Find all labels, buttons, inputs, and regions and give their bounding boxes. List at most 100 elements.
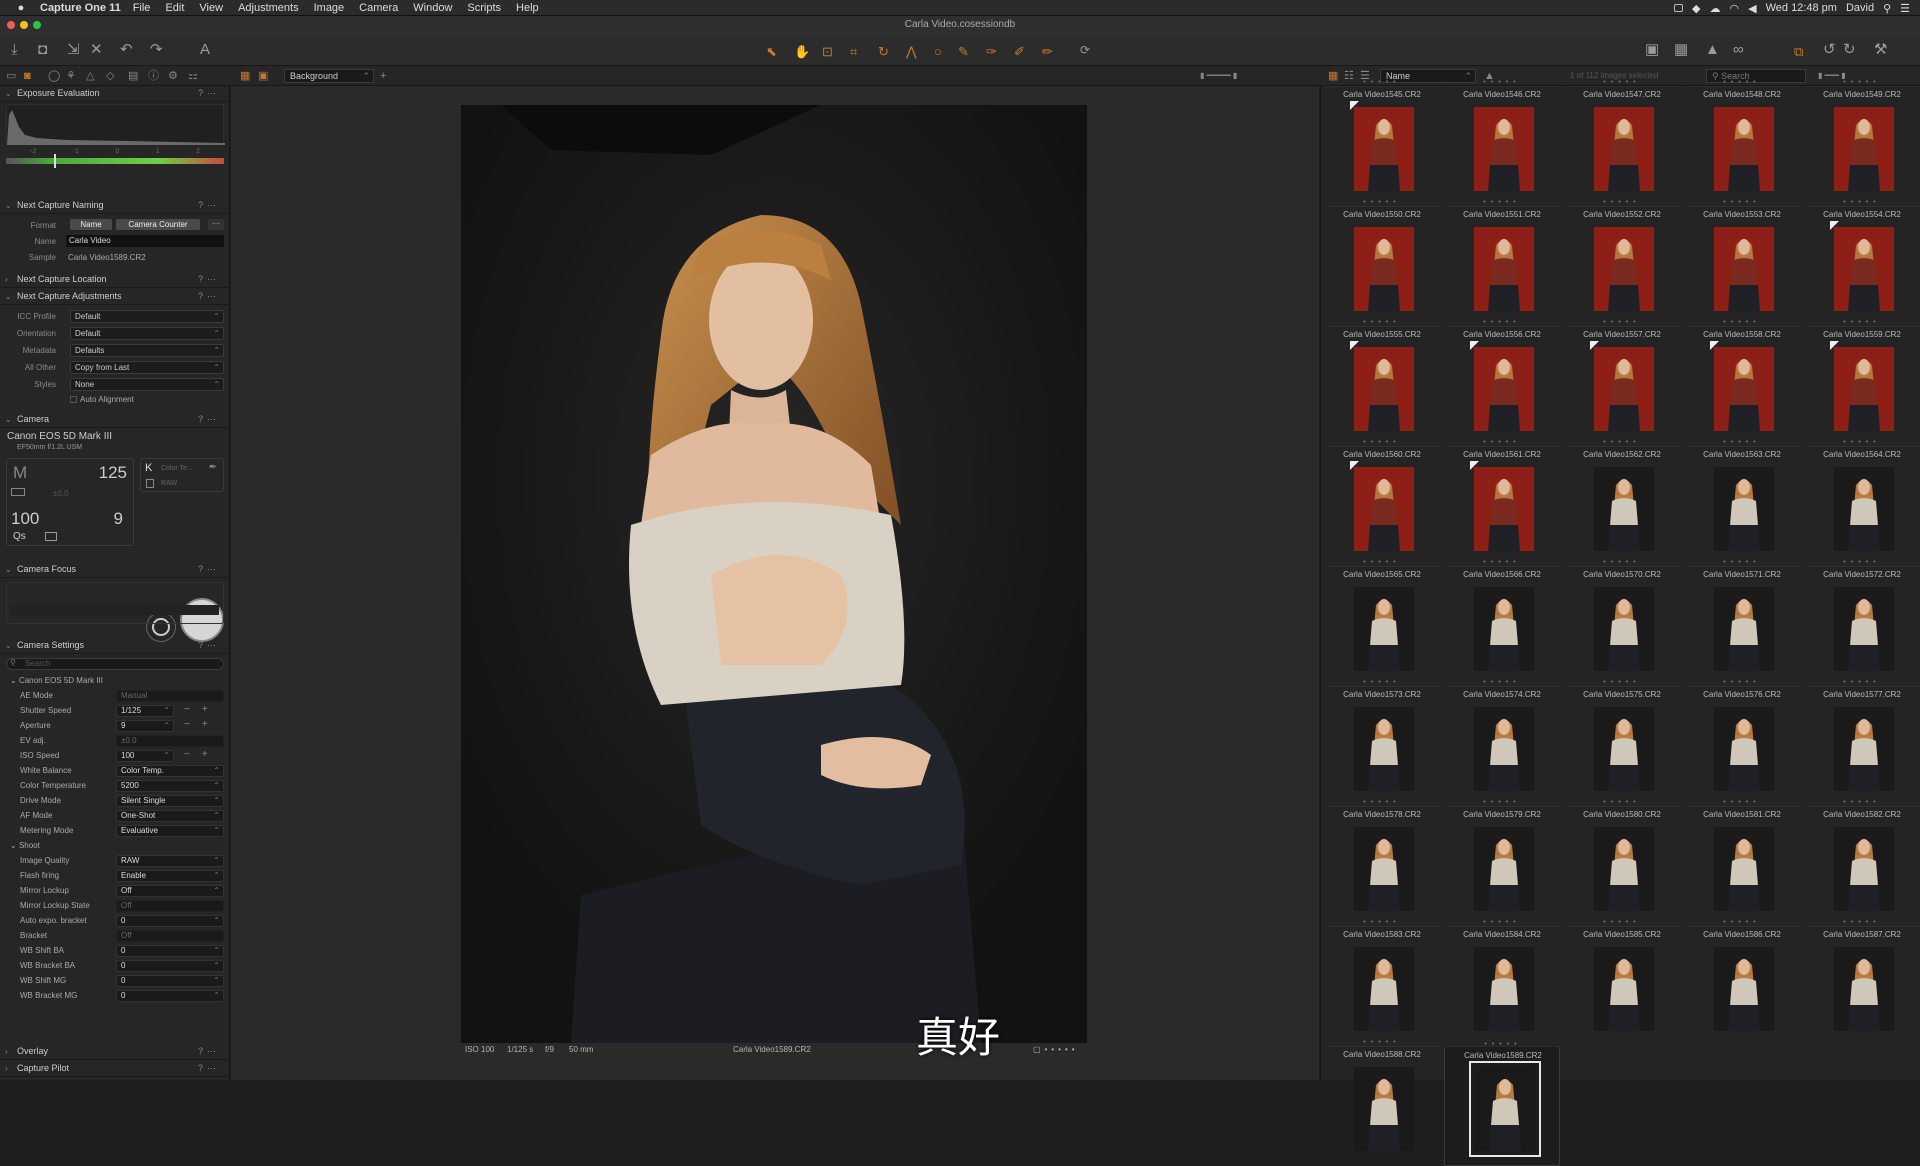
name-field[interactable]: Carla Video xyxy=(66,235,224,247)
thumbnail-cell[interactable]: ••••• Carla Video1545.CR2 xyxy=(1324,79,1440,206)
thumbnail-image[interactable] xyxy=(1594,467,1654,551)
wb-shift-mg-select[interactable]: 0 ⌃ xyxy=(116,975,224,987)
rating-dots[interactable]: ••••• xyxy=(1324,79,1440,86)
thumbnail-cell[interactable]: ••••• Carla Video1585.CR2 xyxy=(1564,919,1680,1046)
thumbnail-image[interactable] xyxy=(1714,587,1774,671)
thumbnail-cell[interactable]: ••••• Carla Video1586.CR2 xyxy=(1684,919,1800,1046)
warning-icon[interactable]: ▲ xyxy=(1705,42,1720,58)
rating-dots[interactable]: ••••• xyxy=(1684,199,1800,206)
refresh-icon[interactable]: ↻ xyxy=(1843,42,1856,58)
wb-shift-ba-select[interactable]: 0 ⌃ xyxy=(116,945,224,957)
thumbnail-cell[interactable]: ••••• Carla Video1575.CR2 xyxy=(1564,679,1680,806)
rating-dots[interactable]: ••••• xyxy=(1684,919,1800,926)
thumbnail-cell[interactable]: ••••• Carla Video1576.CR2 xyxy=(1684,679,1800,806)
thumbnail-image[interactable] xyxy=(1594,587,1654,671)
add-icon[interactable]: + xyxy=(380,70,386,82)
rating-dots[interactable]: ••••• xyxy=(1564,439,1680,446)
grid-view-icon[interactable]: ▦ xyxy=(240,70,250,82)
status-icon[interactable] xyxy=(1674,4,1684,12)
lens-tab-icon[interactable]: ◯ xyxy=(48,70,60,82)
app-menu[interactable]: Capture One 11 xyxy=(40,2,121,14)
camera-header[interactable]: ⌄ Camera ?⋯ xyxy=(0,412,230,428)
camera-focus-header[interactable]: ⌄ Camera Focus ?⋯ xyxy=(0,562,230,578)
color-temperature-select[interactable]: 5200 ⌃ xyxy=(116,780,224,792)
thumbnail-image[interactable] xyxy=(1834,947,1894,1031)
thumbnail-cell[interactable]: ••••• Carla Video1552.CR2 xyxy=(1564,199,1680,326)
select-cursor-icon[interactable]: ⬉ xyxy=(766,44,777,60)
thumbnail-cell[interactable]: ••••• Carla Video1562.CR2 xyxy=(1564,439,1680,566)
rating-dots[interactable]: ••••• xyxy=(1564,919,1680,926)
spot-icon[interactable]: ○ xyxy=(934,44,942,59)
user-name[interactable]: David xyxy=(1846,2,1874,14)
icc-profile-select[interactable]: Default ⌃ xyxy=(70,310,224,323)
thumbnail-cell[interactable]: ••••• Carla Video1572.CR2 xyxy=(1804,559,1920,686)
thumbnail-cell[interactable]: ••••• Carla Video1565.CR2 xyxy=(1324,559,1440,686)
thumbnail-cell[interactable]: ••••• Carla Video1564.CR2 xyxy=(1804,439,1920,566)
browser-size-icon[interactable]: ▮ ━━━━━ ▮ xyxy=(1200,70,1237,82)
thumbnail-image[interactable] xyxy=(1834,107,1894,191)
search-icon[interactable]: ⚲ xyxy=(1883,2,1891,15)
capture-location-header[interactable]: › Next Capture Location ?⋯ xyxy=(0,272,230,288)
thumbnail-image[interactable] xyxy=(1474,467,1534,551)
thumbnail-cell[interactable]: ••••• Carla Video1587.CR2 xyxy=(1804,919,1920,1046)
rating-dots[interactable]: ▢••••• xyxy=(1033,1045,1079,1054)
thumbnail-cell[interactable]: ••••• Carla Video1577.CR2 xyxy=(1804,679,1920,806)
camera-settings-header[interactable]: ⌄ Camera Settings ?⋯ xyxy=(0,638,230,654)
thumbnail-cell[interactable]: ••••• Carla Video1549.CR2 xyxy=(1804,79,1920,206)
delete-icon[interactable]: ✕ xyxy=(90,42,103,58)
thumbnail-image[interactable] xyxy=(1834,707,1894,791)
single-view-icon[interactable]: ▣ xyxy=(258,70,268,82)
thumbnail-image[interactable] xyxy=(1714,227,1774,311)
rating-dots[interactable]: ••••• xyxy=(1684,319,1800,326)
thumbnail-image[interactable] xyxy=(1354,347,1414,431)
rating-dots[interactable]: ••••• xyxy=(1324,919,1440,926)
iso-speed-select[interactable]: 100 ⌃ xyxy=(116,750,174,762)
rating-dots[interactable]: ••••• xyxy=(1804,799,1920,806)
thumbnail-cell[interactable]: ••••• Carla Video1550.CR2 xyxy=(1324,199,1440,326)
reset-icon[interactable]: ↺ xyxy=(1823,42,1836,58)
token-camera-counter[interactable]: Camera Counter xyxy=(116,219,200,230)
thumbnail-image[interactable] xyxy=(1594,707,1654,791)
thumbnail-image[interactable] xyxy=(1354,587,1414,671)
import-icon[interactable]: ⤓ xyxy=(11,42,18,58)
thumbnail-image[interactable] xyxy=(1354,947,1414,1031)
undo-icon[interactable]: ↶ xyxy=(120,42,133,58)
thumbnail-cell[interactable]: ••••• Carla Video1566.CR2 xyxy=(1444,559,1560,686)
rating-dots[interactable]: ••••• xyxy=(1804,679,1920,686)
thumbnail-image[interactable] xyxy=(1714,827,1774,911)
wifi-icon[interactable]: ◠ xyxy=(1730,2,1740,15)
thumbnail-cell[interactable]: ••••• Carla Video1570.CR2 xyxy=(1564,559,1680,686)
metadata-select[interactable]: Defaults ⌃ xyxy=(70,344,224,357)
thumbnail-image[interactable] xyxy=(1354,107,1414,191)
rating-dots[interactable]: ••••• xyxy=(1324,439,1440,446)
thumbnail-cell[interactable]: ••••• Carla Video1582.CR2 xyxy=(1804,799,1920,926)
pan-icon[interactable]: ✋ xyxy=(794,44,810,60)
copy-adjustments-icon[interactable]: ⧉ xyxy=(1794,44,1803,60)
redo-icon[interactable]: ↷ xyxy=(150,42,163,58)
rating-dots[interactable]: ••••• xyxy=(1804,319,1920,326)
menu-scripts[interactable]: Scripts xyxy=(467,2,501,14)
aperture-readout[interactable]: 9 xyxy=(114,509,123,529)
thumbnail-image[interactable] xyxy=(1354,707,1414,791)
menu-adjustments[interactable]: Adjustments xyxy=(238,2,299,14)
rating-dots[interactable]: ••••• xyxy=(1444,799,1560,806)
thumbnail-image[interactable] xyxy=(1834,587,1894,671)
thumbnail-cell[interactable]: ••••• Carla Video1546.CR2 xyxy=(1444,79,1560,206)
rating-dots[interactable]: ••••• xyxy=(1564,679,1680,686)
details-tab-icon[interactable]: ◇ xyxy=(106,70,114,82)
menu-help[interactable]: Help xyxy=(516,2,539,14)
library-tab-icon[interactable]: ▭ xyxy=(6,70,16,82)
rating-dots[interactable]: ••••• xyxy=(1444,919,1560,926)
aperture-stepper[interactable]: −+ xyxy=(184,719,220,730)
thumbnail-cell[interactable]: ••••• Carla Video1581.CR2 xyxy=(1684,799,1800,926)
exposure-tab-icon[interactable]: △ xyxy=(86,70,94,82)
shutter-speed-select[interactable]: 1/125 ⌃ xyxy=(116,705,174,717)
quality-setting[interactable]: Qs xyxy=(13,531,26,542)
picker-icon[interactable]: ✑ xyxy=(986,44,997,60)
metering-mode-select[interactable]: Evaluative ⌃ xyxy=(116,825,224,837)
overlay-header[interactable]: › Overlay ?⋯ xyxy=(0,1044,230,1060)
auto-alignment-checkbox[interactable] xyxy=(70,396,77,403)
volume-icon[interactable]: ◀ xyxy=(1748,2,1756,15)
brush-icon[interactable]: ✎ xyxy=(958,44,969,60)
af-mode-select[interactable]: One-Shot ⌃ xyxy=(116,810,224,822)
